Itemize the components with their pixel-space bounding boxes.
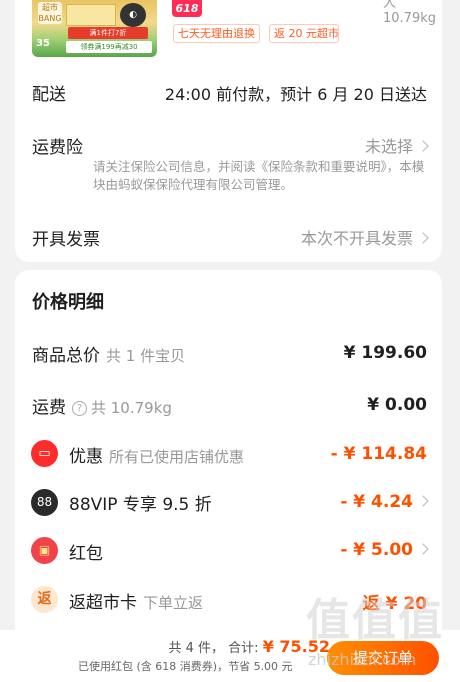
promo-label: 满1件打7折 bbox=[68, 27, 148, 39]
insurance-label: 运费险 bbox=[32, 138, 83, 158]
row-label: 88VIP 专享 9.5 折 bbox=[69, 495, 212, 515]
row-red-packet[interactable]: 红包 bbox=[69, 539, 103, 564]
insurance-value: 未选择 bbox=[364, 137, 413, 156]
vip-88-icon: 88 bbox=[31, 489, 58, 516]
red-packet-icon: ▣ bbox=[31, 537, 58, 564]
insurance-select[interactable]: 未选择 bbox=[364, 133, 429, 157]
red-packet-amount-text: - ¥ 5.00 bbox=[340, 540, 413, 560]
tag-rebate: 返 20 元超市 bbox=[269, 24, 339, 43]
discount-amount: - ¥ 114.84 bbox=[330, 444, 427, 464]
item-count: 共 4 件， bbox=[168, 641, 225, 656]
row-label: 返超市卡 bbox=[69, 593, 137, 613]
coupon-icon: ▭ bbox=[31, 440, 58, 467]
red-packet-amount[interactable]: - ¥ 5.00 bbox=[340, 540, 429, 560]
row-label: 运费 bbox=[32, 398, 66, 418]
badge-618: 618 bbox=[172, 0, 202, 17]
chevron-right-icon bbox=[417, 495, 429, 507]
rebate-icon: 返 bbox=[31, 586, 58, 613]
chevron-right-icon bbox=[417, 140, 429, 152]
row-vip-discount[interactable]: 88VIP 专享 9.5 折 bbox=[69, 490, 212, 515]
row-sub: 共 1 件宝贝 bbox=[106, 347, 186, 365]
insurance-notice: 请关注保险公司信息，并阅读《保险条款和重要说明》，本模块由蚂蚁保保险代理有限公司… bbox=[93, 159, 425, 192]
row-label: 优惠 bbox=[69, 447, 103, 467]
row-sub: 共 10.79kg bbox=[91, 399, 172, 417]
vip-discount-amount[interactable]: - ¥ 4.24 bbox=[340, 492, 429, 512]
product-package-image bbox=[66, 4, 116, 26]
brand-logo: 超市 BANG bbox=[38, 2, 62, 24]
invoice-select[interactable]: 本次不开具发票 bbox=[300, 225, 429, 249]
invoice-label: 开具发票 bbox=[32, 230, 100, 250]
row-freight: 运费? 共 10.79kg bbox=[32, 393, 172, 418]
row-label: 红包 bbox=[69, 544, 103, 564]
invoice-value: 本次不开具发票 bbox=[300, 229, 413, 248]
row-label: 商品总价 bbox=[32, 346, 100, 366]
row-market-card: 返超市卡 下单立返 bbox=[69, 588, 203, 613]
product-thumbnail[interactable]: 超市 BANG ◐ 满1件打7折 领券满199再减30 35 bbox=[32, 0, 157, 57]
chevron-right-icon bbox=[417, 543, 429, 555]
goods-total-amount: ¥ 199.60 bbox=[343, 343, 427, 363]
row-sub: 下单立返 bbox=[143, 594, 204, 612]
row-discount: 优惠 所有已使用店铺优惠 bbox=[69, 442, 244, 467]
price-detail-title: 价格明细 bbox=[32, 292, 104, 313]
saved-info: 已使用红包 (含 618 消费券)，节省 5.00 元 bbox=[78, 660, 293, 673]
help-icon[interactable]: ? bbox=[72, 401, 87, 416]
vip-amount-text: - ¥ 4.24 bbox=[340, 492, 413, 512]
mascot-icon: ◐ bbox=[120, 3, 146, 27]
shipping-value: 24:00 前付款，预计 6 月 20 日送达 bbox=[164, 85, 427, 104]
total-label: 合计: bbox=[228, 641, 259, 656]
freight-amount: ¥ 0.00 bbox=[367, 395, 427, 415]
shipping-label: 配送 bbox=[32, 85, 66, 105]
watermark-logo: 值值值 bbox=[306, 595, 444, 646]
thumb-quantity: 35 bbox=[36, 38, 50, 49]
product-spec: 人 10.79kg bbox=[383, 0, 436, 26]
watermark-url: zhizhizhi.com bbox=[308, 650, 417, 669]
chevron-right-icon bbox=[417, 232, 429, 244]
row-sub: 所有已使用店铺优惠 bbox=[109, 448, 245, 466]
tag-return-policy: 七天无理由退换 bbox=[173, 24, 260, 43]
row-goods-total: 商品总价共 1 件宝贝 bbox=[32, 341, 185, 366]
order-card: 超市 BANG ◐ 满1件打7折 领券满199再减30 35 618 人 10.… bbox=[15, 0, 442, 262]
promo-label-coupon: 领券满199再减30 bbox=[66, 41, 152, 53]
